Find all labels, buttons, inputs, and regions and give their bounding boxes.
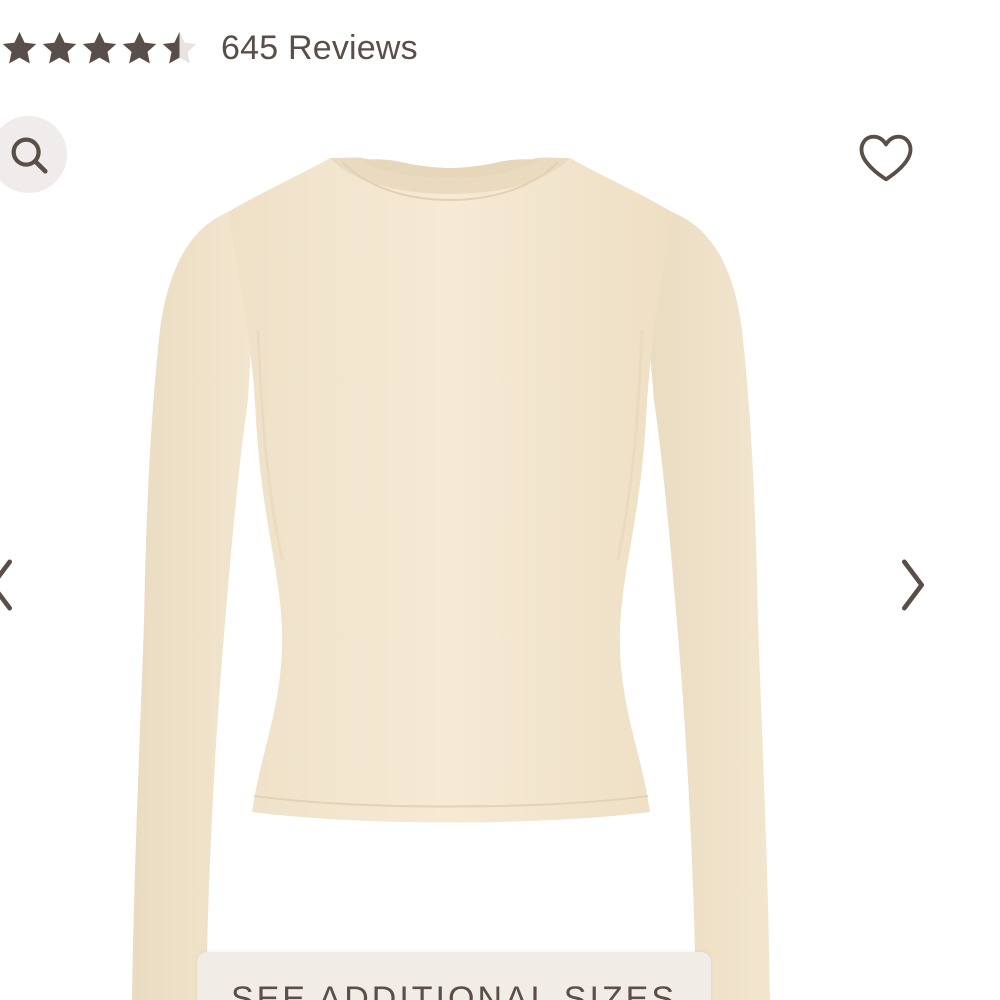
chevron-left-icon[interactable] [0,556,16,614]
see-additional-sizes-label: SEE ADDITIONAL SIZES [230,980,678,1000]
search-icon [11,137,48,174]
star-icon [122,31,157,63]
star-icon [82,31,117,63]
reviews-count-link[interactable]: 645 Reviews [221,29,418,68]
product-page: 645 Reviews SEE ADDITIONAL SIZES [0,0,1000,1000]
rating-row[interactable]: 645 Reviews [0,22,418,74]
chevron-right-icon[interactable] [893,556,933,614]
star-icon [42,31,77,63]
zoom-button[interactable] [0,116,67,193]
star-icon [2,31,37,63]
product-image[interactable] [120,140,780,1000]
see-additional-sizes-button[interactable]: SEE ADDITIONAL SIZES [197,952,711,1000]
half-star-icon [162,31,197,63]
star-rating [0,29,199,68]
heart-icon[interactable] [857,130,915,184]
